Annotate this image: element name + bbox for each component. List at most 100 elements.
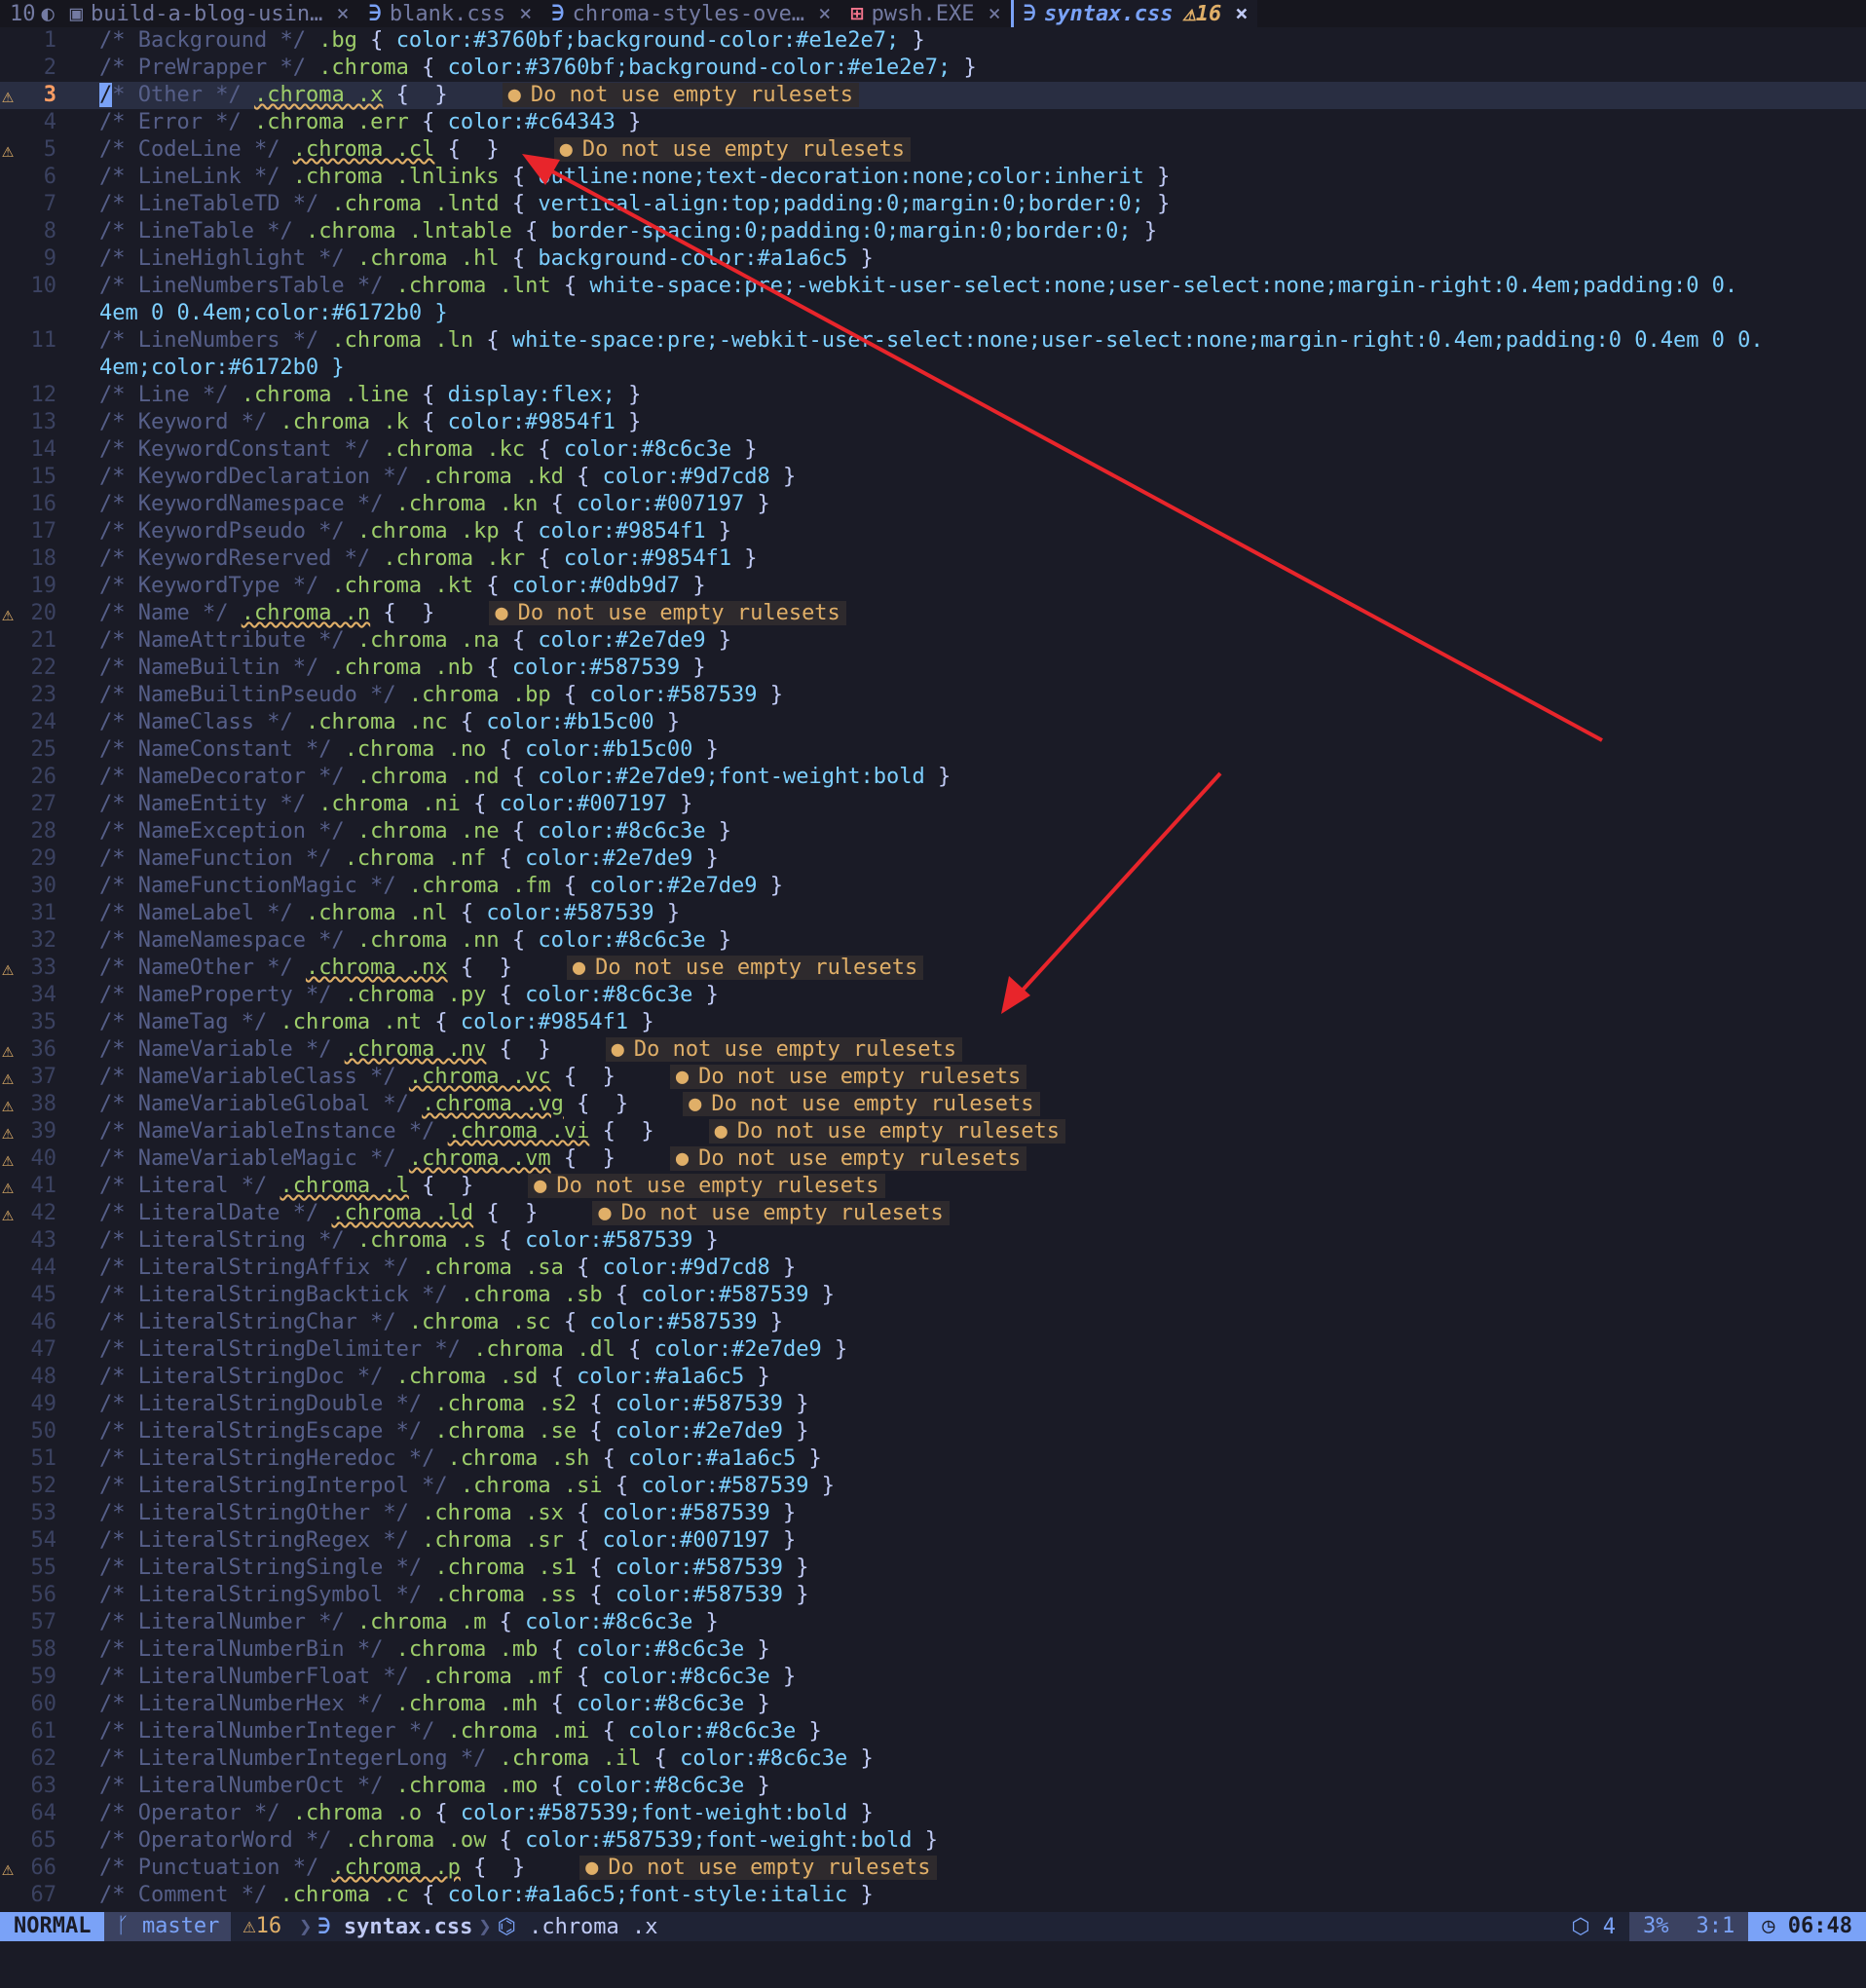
comment-name: NameClass (137, 710, 254, 734)
code-line[interactable]: ⚠ 36 /* NameVariable */ .chroma .nv { } ● Do… (0, 1036, 1866, 1064)
code-line[interactable]: ⚠ 5 /* CodeLine */ .chroma .cl { } ● Do not … (0, 136, 1866, 164)
code-line[interactable]: ⚠ 37 /* NameVariableClass */ .chroma .vc {… (0, 1064, 1866, 1091)
code-line[interactable]: 10 /* LineNumbersTable */ .chroma .lnt { … (0, 273, 1866, 300)
code-line[interactable]: 7 /* LineTableTD */ .chroma .lntd { verti… (0, 191, 1866, 218)
code-line[interactable]: 31 /* NameLabel */ .chroma .nl { color:#5… (0, 900, 1866, 927)
comment-text: /* NameAttribute */ (99, 628, 357, 653)
code-line[interactable]: 55 /* LiteralStringSingle */ .chroma .s1 … (0, 1555, 1866, 1582)
comment-name: PreWrapper (137, 56, 268, 80)
code-line[interactable]: 34 /* NameProperty */ .chroma .py { color… (0, 982, 1866, 1009)
breadcrumb-file[interactable]: ∋ syntax.css (317, 1915, 472, 1939)
code-line[interactable]: 52 /* LiteralStringInterpol */ .chroma .s… (0, 1473, 1866, 1500)
editor-buffer[interactable]: 1 /* Background */ .bg { color:#3760bf;ba… (0, 27, 1866, 1912)
comment-text: /* LiteralStringSingle */ (99, 1556, 435, 1580)
line-number: 46 (30, 1310, 57, 1334)
code-line[interactable]: 21 /* NameAttribute */ .chroma .na { colo… (0, 627, 1866, 655)
line-code: /* LiteralStringDoc */ .chroma .sd { col… (99, 1365, 770, 1389)
code-line[interactable]: 65 /* OperatorWord */ .chroma .ow { color… (0, 1827, 1866, 1855)
css-declarations: vertical-align:top;padding:0;margin:0;bo… (538, 192, 1144, 216)
sign-column (0, 1745, 27, 1773)
sign-column (0, 1500, 27, 1527)
code-line[interactable]: 54 /* LiteralStringRegex */ .chroma .sr {… (0, 1527, 1866, 1555)
command-line[interactable] (0, 1941, 1866, 1988)
code-line[interactable]: 24 /* NameClass */ .chroma .nc { color:#b… (0, 709, 1866, 736)
code-line[interactable]: 45 /* LiteralStringBacktick */ .chroma .s… (0, 1282, 1866, 1309)
comment-text: /* LiteralStringRegex */ (99, 1528, 423, 1553)
tab-syntax-css[interactable]: ∋ syntax.css ⚠16 × (1010, 0, 1258, 27)
code-line[interactable]: 61 /* LiteralNumberInteger */ .chroma .mi… (0, 1718, 1866, 1745)
code-line[interactable]: 9 /* LineHighlight */ .chroma .hl { backg… (0, 245, 1866, 273)
close-icon[interactable]: × (818, 2, 831, 26)
code-line[interactable]: ⚠ 33 /* NameOther */ .chroma .nx { } ● Do no… (0, 955, 1866, 982)
code-line[interactable]: 15 /* KeywordDeclaration */ .chroma .kd {… (0, 464, 1866, 491)
code-line[interactable]: 53 /* LiteralStringOther */ .chroma .sx {… (0, 1500, 1866, 1527)
css-declarations: color:#2e7de9;font-weight:bold (538, 765, 925, 789)
code-line[interactable]: 50 /* LiteralStringEscape */ .chroma .se … (0, 1418, 1866, 1445)
line-code: /* OperatorWord */ .chroma .ow { color:#… (99, 1828, 938, 1853)
code-line[interactable]: ⚠ 42 /* LiteralDate */ .chroma .ld { } ● Do … (0, 1200, 1866, 1227)
code-line[interactable]: ⚠ 66 /* Punctuation */ .chroma .p { } ● Do n… (0, 1855, 1866, 1882)
code-line[interactable]: 62 /* LiteralNumberIntegerLong */ .chroma… (0, 1745, 1866, 1773)
code-line[interactable]: 17 /* KeywordPseudo */ .chroma .kp { colo… (0, 518, 1866, 545)
code-line[interactable]: 25 /* NameConstant */ .chroma .no { color… (0, 736, 1866, 764)
code-line[interactable]: 26 /* NameDecorator */ .chroma .nd { colo… (0, 764, 1866, 791)
code-line[interactable]: 48 /* LiteralStringDoc */ .chroma .sd { c… (0, 1364, 1866, 1391)
code-line[interactable]: 4 /* Error */ .chroma .err { color:#c6434… (0, 109, 1866, 136)
close-icon[interactable]: × (519, 2, 532, 26)
code-line[interactable]: 67 /* Comment */ .chroma .c { color:#a1a6… (0, 1882, 1866, 1909)
code-line[interactable]: 12 /* Line */ .chroma .line { display:fle… (0, 382, 1866, 409)
code-line[interactable]: 19 /* KeywordType */ .chroma .kt { color:… (0, 573, 1866, 600)
code-line[interactable]: 30 /* NameFunctionMagic */ .chroma .fm { … (0, 873, 1866, 900)
code-line[interactable]: 57 /* LiteralNumber */ .chroma .m { color… (0, 1609, 1866, 1636)
close-icon[interactable]: × (1235, 2, 1248, 26)
code-line[interactable]: 6 /* LineLink */ .chroma .lnlinks { outli… (0, 164, 1866, 191)
code-line[interactable]: ⚠ 39 /* NameVariableInstance */ .chroma .v… (0, 1118, 1866, 1145)
code-line[interactable]: 14 /* KeywordConstant */ .chroma .kc { co… (0, 436, 1866, 464)
code-line[interactable]: 43 /* LiteralString */ .chroma .s { color… (0, 1227, 1866, 1255)
code-line[interactable]: ⚠ 40 /* NameVariableMagic */ .chroma .vm {… (0, 1145, 1866, 1173)
code-line[interactable]: 1 /* Background */ .bg { color:#3760bf;ba… (0, 27, 1866, 55)
code-line[interactable]: 22 /* NameBuiltin */ .chroma .nb { color:… (0, 655, 1866, 682)
code-line[interactable]: 32 /* NameNamespace */ .chroma .nn { colo… (0, 927, 1866, 955)
comment-text: /* NameFunctionMagic */ (99, 874, 409, 898)
diagnostic-count[interactable]: ⚠16 (231, 1912, 293, 1941)
code-line[interactable]: 46 /* LiteralStringChar */ .chroma .sc { … (0, 1309, 1866, 1336)
code-line[interactable]: 63 /* LiteralNumberOct */ .chroma .mo { c… (0, 1773, 1866, 1800)
code-line[interactable]: 2 /* PreWrapper */ .chroma { color:#3760b… (0, 55, 1866, 82)
code-line[interactable]: 29 /* NameFunction */ .chroma .nf { color… (0, 845, 1866, 873)
code-line[interactable]: 44 /* LiteralStringAffix */ .chroma .sa {… (0, 1255, 1866, 1282)
code-line[interactable]: ⚠ 20 /* Name */ .chroma .n { } ● Do not use … (0, 600, 1866, 627)
code-line[interactable]: 35 /* NameTag */ .chroma .nt { color:#985… (0, 1009, 1866, 1036)
code-line[interactable]: 28 /* NameException */ .chroma .ne { colo… (0, 818, 1866, 845)
diagnostic-message: Do not use empty rulesets (711, 1092, 1034, 1116)
line-code: /* NameLabel */ .chroma .nl { color:#587… (99, 901, 681, 925)
code-line[interactable]: ⚠ 3 /* Other */ .chroma .x { } ● Do not use … (0, 82, 1866, 109)
code-line[interactable]: 58 /* LiteralNumberBin */ .chroma .mb { c… (0, 1636, 1866, 1664)
code-line[interactable]: 27 /* NameEntity */ .chroma .ni { color:#… (0, 791, 1866, 818)
close-icon[interactable]: × (989, 2, 1001, 26)
code-line[interactable]: 11 /* LineNumbers */ .chroma .ln { white-… (0, 327, 1866, 355)
code-line[interactable]: 51 /* LiteralStringHeredoc */ .chroma .sh… (0, 1445, 1866, 1473)
code-line[interactable]: 23 /* NameBuiltinPseudo */ .chroma .bp { … (0, 682, 1866, 709)
code-line[interactable]: 59 /* LiteralNumberFloat */ .chroma .mf {… (0, 1664, 1866, 1691)
code-line[interactable]: 64 /* Operator */ .chroma .o { color:#587… (0, 1800, 1866, 1827)
code-line[interactable]: 47 /* LiteralStringDelimiter */ .chroma .… (0, 1336, 1866, 1364)
tab-chroma-styles[interactable]: ∋ chroma-styles-ove… × (541, 0, 840, 27)
comment-name: NameVariableGlobal (137, 1092, 371, 1116)
code-line[interactable]: 56 /* LiteralStringSymbol */ .chroma .ss … (0, 1582, 1866, 1609)
tab-blank-css[interactable]: ∋ blank.css × (359, 0, 542, 27)
code-line[interactable]: ⚠ 41 /* Literal */ .chroma .l { } ● Do not u… (0, 1173, 1866, 1200)
code-line[interactable]: 16 /* KeywordNamespace */ .chroma .kn { c… (0, 491, 1866, 518)
tab-build-a-blog[interactable]: ▣ build-a-blog-usin… × (60, 0, 359, 27)
code-line[interactable]: 49 /* LiteralStringDouble */ .chroma .s2 … (0, 1391, 1866, 1418)
line-number: 67 (30, 1883, 57, 1907)
code-line[interactable]: 60 /* LiteralNumberHex */ .chroma .mh { c… (0, 1691, 1866, 1718)
code-line[interactable]: 18 /* KeywordReserved */ .chroma .kr { co… (0, 545, 1866, 573)
code-line[interactable]: 13 /* Keyword */ .chroma .k { color:#9854… (0, 409, 1866, 436)
breadcrumb-symbol[interactable]: ⌬ .chroma .x (498, 1915, 658, 1939)
line-code: /* LineNumbersTable */ .chroma .lnt { wh… (99, 274, 1738, 298)
tab-pwsh[interactable]: ⊞ pwsh.EXE × (840, 0, 1010, 27)
code-line[interactable]: ⚠ 38 /* NameVariableGlobal */ .chroma .vg … (0, 1091, 1866, 1118)
code-line[interactable]: 8 /* LineTable */ .chroma .lntable { bord… (0, 218, 1866, 245)
close-icon[interactable]: × (336, 2, 349, 26)
